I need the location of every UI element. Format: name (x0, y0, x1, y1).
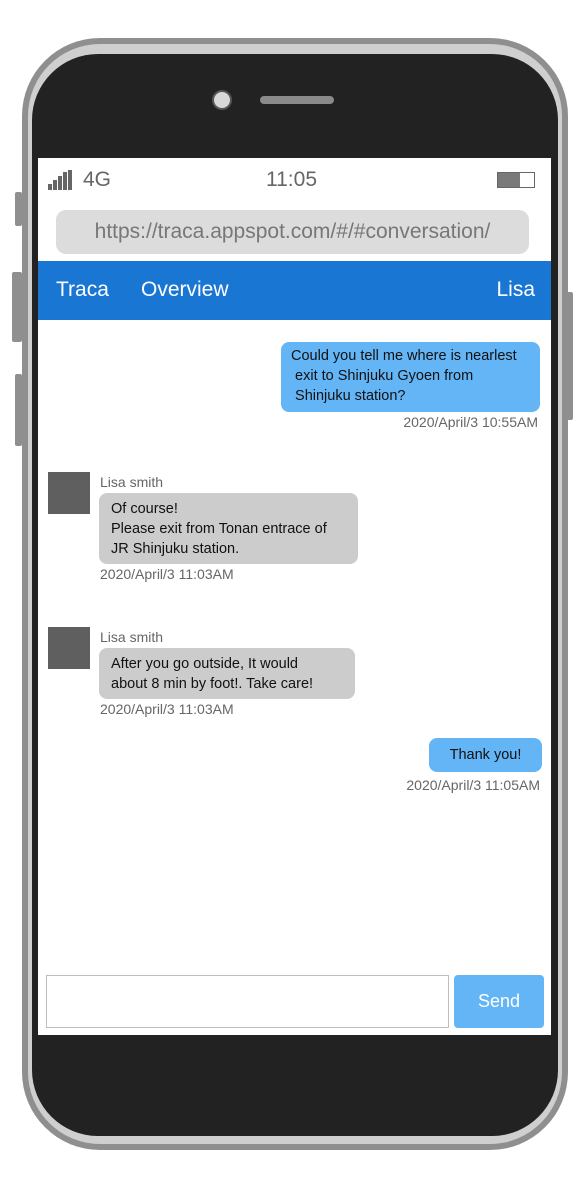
side-button-top (15, 192, 22, 226)
volume-up-button (12, 272, 22, 342)
message-input[interactable] (46, 975, 449, 1028)
nav-overview-link[interactable]: Overview (141, 278, 229, 302)
battery-icon (497, 172, 535, 188)
sender-name: Lisa smith (100, 474, 164, 490)
message-text-line: about 8 min by foot!. Take care! (111, 676, 314, 692)
url-text[interactable]: https://traca.appspot.com/#/#conversatio… (56, 210, 529, 254)
message-timestamp: 2020/April/3 11:05AM (406, 777, 540, 793)
message-timestamp: 2020/April/3 11:03AM (100, 701, 234, 717)
incoming-message-bubble: Of course! Please exit from Tonan entrac… (99, 493, 358, 564)
outgoing-message-bubble: Thank you! (429, 738, 542, 772)
message-timestamp: 2020/April/3 11:03AM (100, 566, 234, 582)
signal-bars-icon (48, 170, 74, 190)
volume-down-button (15, 374, 22, 446)
message-text-line: Of course! (111, 501, 178, 517)
front-camera-icon (212, 90, 232, 110)
address-bar[interactable]: https://traca.appspot.com/#/#conversatio… (56, 210, 529, 254)
user-menu[interactable]: Lisa (496, 278, 535, 302)
status-time: 11:05 (266, 168, 317, 191)
power-button (566, 292, 573, 420)
message-text-line: Could you tell me where is nearlest (291, 348, 517, 364)
app-header: Traca Overview Lisa (38, 261, 551, 320)
incoming-message-bubble: After you go outside, It would about 8 m… (99, 648, 355, 699)
avatar (48, 472, 90, 514)
message-timestamp: 2020/April/3 10:55AM (403, 414, 538, 430)
conversation-thread: Could you tell me where is nearlest exit… (38, 320, 551, 968)
message-composer: Send (38, 970, 551, 1035)
message-text-line: Thank you! (449, 747, 522, 763)
message-text-line: Shinjuku station? (291, 388, 406, 404)
speaker-grille (260, 96, 334, 104)
outgoing-message-bubble: Could you tell me where is nearlest exit… (281, 342, 540, 412)
battery-level (498, 173, 520, 187)
message-text-line: Please exit from Tonan entrace of (111, 521, 327, 537)
message-text-line: JR Shinjuku station. (111, 541, 240, 557)
message-text-line: exit to Shinjuku Gyoen from (291, 368, 474, 384)
send-button[interactable]: Send (454, 975, 544, 1028)
phone-screen: 4G 11:05 https://traca.appspot.com/#/#co… (38, 158, 551, 1035)
brand-link[interactable]: Traca (56, 278, 109, 302)
message-text-line: After you go outside, It would (111, 656, 298, 672)
avatar (48, 627, 90, 669)
network-type: 4G (83, 168, 112, 191)
sender-name: Lisa smith (100, 629, 164, 645)
status-bar: 4G 11:05 (38, 158, 551, 204)
